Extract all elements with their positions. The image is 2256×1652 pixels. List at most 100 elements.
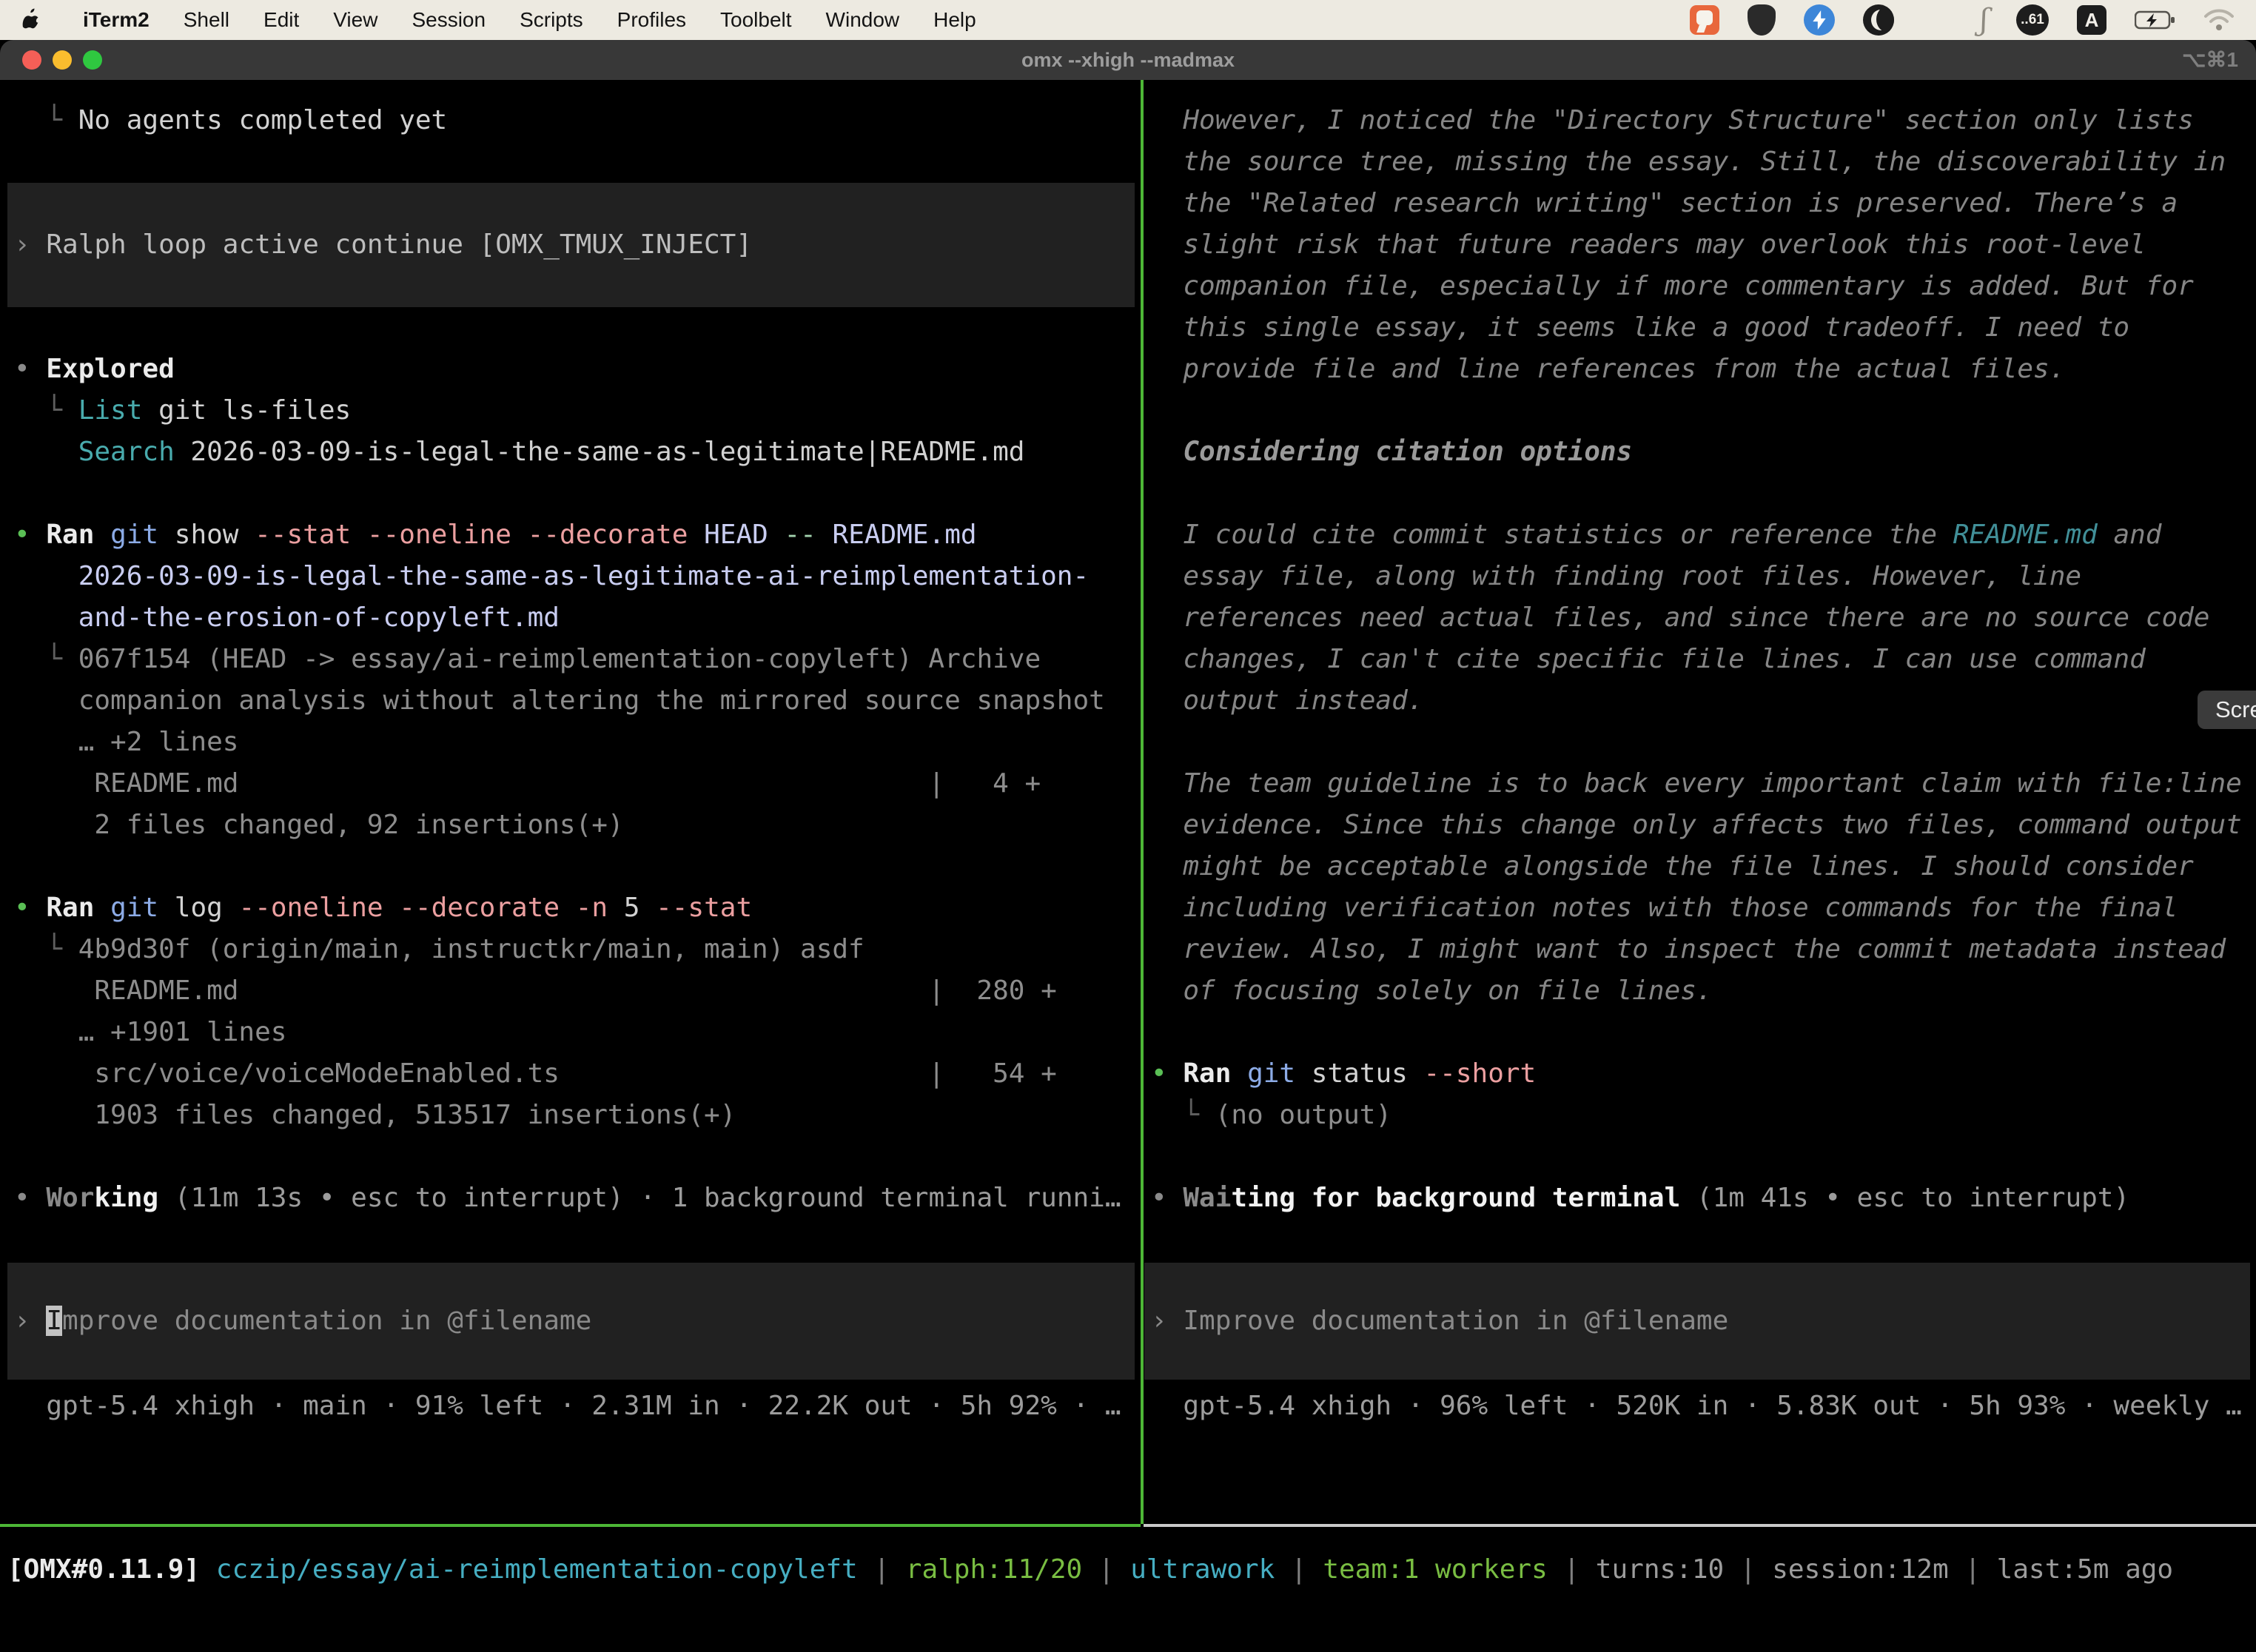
prompt-input[interactable]: › Improve documentation in @filename (1144, 1263, 2250, 1380)
apple-icon[interactable] (22, 7, 49, 33)
text-segment: 2026-03-09-is-legal-the-same-as-legitima… (14, 561, 1089, 591)
pane-divider[interactable] (1141, 80, 1144, 1524)
screen-share-overlay-label: Scre (2215, 696, 2256, 723)
text-segment (351, 520, 367, 550)
terminal-line: evidence. Since this change only affects… (1151, 805, 2256, 846)
text-segment (94, 893, 110, 923)
text-segment: cczip/essay/ai-reimplementation-copyleft (216, 1554, 858, 1585)
text-segment: … +1901 lines (14, 1017, 286, 1047)
text-segment: 5 (608, 893, 656, 923)
menu-item-edit[interactable]: Edit (263, 8, 299, 32)
text-segment: I could cite commit statistics or refere… (1151, 520, 1953, 550)
text-segment: › (14, 229, 46, 260)
text-segment: | (1548, 1554, 1596, 1585)
terminal-line (14, 473, 1141, 514)
text-segment: … +2 lines (14, 727, 238, 757)
crescent-icon[interactable] (1863, 4, 1894, 36)
menu-item-shell[interactable]: Shell (184, 8, 229, 32)
wifi-icon[interactable] (2204, 9, 2234, 31)
input-source-a-icon[interactable]: A (2077, 5, 2106, 35)
menu-item-session[interactable]: Session (412, 8, 486, 32)
text-segment: Search (78, 437, 175, 467)
text-segment (200, 1554, 216, 1585)
text-segment: List (78, 395, 143, 426)
terminal-line: • Ran git show --stat --oneline --decora… (14, 514, 1141, 556)
menu-item-scripts[interactable]: Scripts (520, 8, 583, 32)
text-segment: 067f154 (HEAD -> essay/ai-reimplementati… (78, 644, 1041, 674)
terminal-line: changes, I can't cite specific file line… (1151, 639, 2256, 680)
menu-item-iterm2[interactable]: iTerm2 (83, 8, 150, 32)
text-segment: Wai (1183, 1183, 1231, 1213)
text-segment: last:5m ago (1997, 1554, 2173, 1585)
screen-share-overlay-button[interactable]: Scre (2198, 691, 2256, 729)
terminal[interactable]: └ No agents completed yet › Ralph loop ac… (0, 80, 2256, 1652)
text-segment: └ (1151, 1100, 1215, 1130)
text-segment: (11m 13s • esc to interrupt) · 1 backgro… (158, 1183, 1121, 1213)
terminal-line: 2 files changed, 92 insertions(+) (14, 805, 1141, 846)
terminal-line: essay file, along with finding root file… (1151, 556, 2256, 597)
text-segment: • (14, 520, 46, 550)
text-segment: README.md | 4 + (14, 768, 1041, 799)
text-segment: this single essay, it seems like a good … (1151, 312, 2129, 343)
badge-61-icon[interactable]: ..61 (2016, 4, 2049, 36)
pane-border-left-active (0, 1524, 1141, 1527)
text-segment: the "Related research writing" section i… (1151, 188, 2178, 218)
battery-icon[interactable] (2135, 10, 2176, 30)
menu-item-view[interactable]: View (333, 8, 377, 32)
text-segment: └ (14, 105, 78, 135)
text-segment: git (110, 893, 158, 923)
text-segment: status (1295, 1058, 1423, 1089)
terminal-line: └ List git ls-files (14, 390, 1141, 432)
menu-item-toolbelt[interactable]: Toolbelt (720, 8, 792, 32)
menu-bar-status-icons: ʃ ..61 A (1690, 3, 2234, 37)
dots-grid-icon[interactable] (1922, 5, 1952, 35)
text-segment: gpt-5.4 xhigh · main · 91% left · 2.31M … (14, 1391, 1121, 1421)
text-segment: --stat (656, 893, 752, 923)
tmux-pane-right[interactable]: However, I noticed the "Directory Struct… (1144, 80, 2256, 1524)
text-segment: --decorate (528, 520, 688, 550)
text-segment: └ (14, 934, 78, 964)
tmux-pane-left[interactable]: └ No agents completed yet › Ralph loop ac… (0, 80, 1141, 1524)
shield-grid-icon[interactable] (1748, 4, 1776, 36)
blue-bolt-icon[interactable] (1804, 4, 1835, 36)
terminal-line: • Waiting for background terminal (1m 41… (1151, 1178, 2256, 1219)
text-segment: ralph:11/20 (906, 1554, 1082, 1585)
terminal-line: 1903 files changed, 513517 insertions(+) (14, 1095, 1141, 1136)
text-segment: (1m 41s • esc to interrupt) (1680, 1183, 2129, 1213)
terminal-line (14, 846, 1141, 887)
terminal-line: 2026-03-09-is-legal-the-same-as-legitima… (14, 556, 1141, 597)
text-segment: git ls-files (142, 395, 351, 426)
squiggle-icon[interactable]: ʃ (1980, 3, 1988, 37)
menu-item-window[interactable]: Window (826, 8, 900, 32)
text-segment: including verification notes with those … (1151, 893, 2178, 923)
prompt-input[interactable]: › Improve documentation in @filename (7, 1263, 1135, 1380)
pane-border-right (1144, 1524, 2256, 1527)
menu-item-profiles[interactable]: Profiles (617, 8, 686, 32)
terminal-line: I could cite commit statistics or refere… (1151, 514, 2256, 556)
tab-shortcut-hint: ⌥⌘1 (2182, 40, 2238, 80)
terminal-line: including verification notes with those … (1151, 887, 2256, 929)
terminal-line: and-the-erosion-of-copyleft.md (14, 597, 1141, 639)
text-segment: | (1082, 1554, 1130, 1585)
terminal-line: • Working (11m 13s • esc to interrupt) ·… (14, 1178, 1141, 1219)
terminal-line: Considering citation options (1151, 432, 2256, 473)
terminal-line: • Ran git status --short (1151, 1053, 2256, 1095)
text-segment: I (46, 1306, 62, 1336)
text-segment: evidence. Since this change only affects… (1151, 810, 2242, 840)
text-segment (511, 520, 528, 550)
text-segment: 2 files changed, 92 insertions(+) (14, 810, 624, 840)
text-segment: No agents completed yet (78, 105, 448, 135)
text-segment: Ran (46, 893, 94, 923)
text-segment: companion analysis without altering the … (14, 685, 1105, 716)
text-segment: [OMX#0.11.9] (7, 1554, 200, 1585)
text-segment: session:12m (1772, 1554, 1948, 1585)
text-segment: └ (14, 644, 78, 674)
prompt-input[interactable]: › Ralph loop active continue [OMX_TMUX_I… (7, 183, 1135, 307)
text-segment: • (1151, 1183, 1183, 1213)
text-segment: However, I noticed the "Directory Struct… (1151, 105, 2194, 135)
menu-item-help[interactable]: Help (933, 8, 976, 32)
text-segment: (no output) (1215, 1100, 1391, 1130)
text-segment: • (14, 354, 46, 384)
screen-recording-icon[interactable] (1690, 5, 1719, 35)
text-segment (688, 520, 704, 550)
